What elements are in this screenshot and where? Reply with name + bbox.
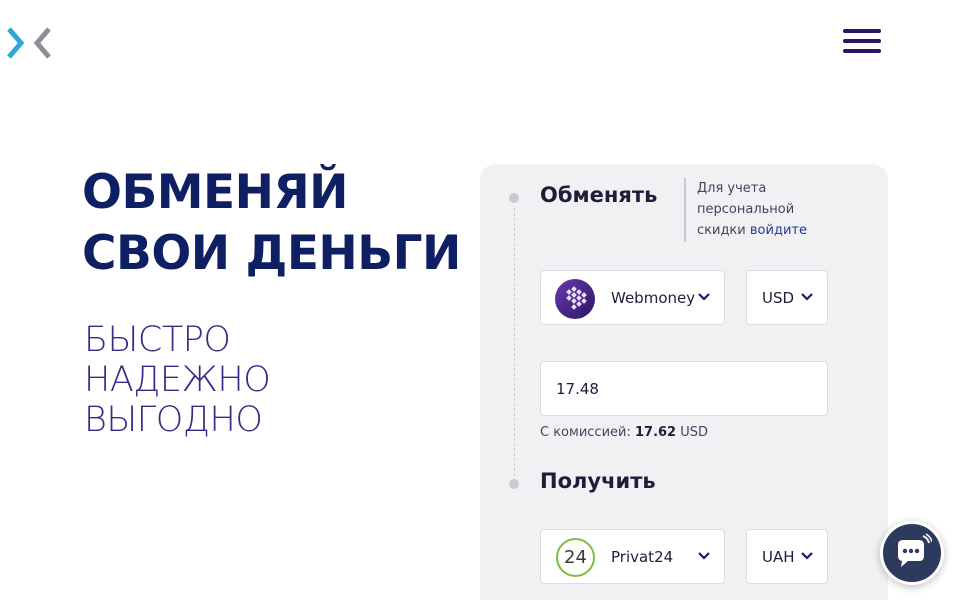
give-method-select[interactable]: Webmoney xyxy=(540,270,725,325)
discount-text: скидки xyxy=(697,223,746,238)
login-link[interactable]: войдите xyxy=(750,223,807,238)
chevron-down-icon xyxy=(698,292,710,301)
discount-text: Для учета xyxy=(697,181,767,196)
commission-currency: USD xyxy=(680,425,709,440)
chevron-down-icon xyxy=(698,551,710,560)
menu-bar xyxy=(843,29,881,33)
chevron-down-icon xyxy=(801,292,813,301)
benefit-item: БЫСТРО xyxy=(84,320,231,360)
hero-title-line: СВОИ ДЕНЬГИ xyxy=(82,226,461,281)
commission-value: 17.62 xyxy=(634,425,677,440)
get-method-label: Privat24 xyxy=(611,547,674,566)
discount-note: Для учета персональной скидки войдите xyxy=(684,178,807,242)
commission-info: С комиссией: 17.62 USD xyxy=(540,425,708,440)
privat24-icon: 24 xyxy=(556,538,595,577)
logo[interactable] xyxy=(6,26,52,60)
chat-bubble-icon xyxy=(898,533,932,567)
give-currency-select[interactable]: USD xyxy=(746,270,828,325)
give-section-title: Обменять xyxy=(540,183,658,207)
chevron-down-icon xyxy=(801,551,813,560)
menu-bar xyxy=(843,39,881,43)
get-currency-label: UAH xyxy=(762,547,795,566)
hero-title-line: ОБМЕНЯЙ xyxy=(82,165,349,220)
benefit-item: НАДЕЖНО xyxy=(84,360,271,400)
get-method-select[interactable]: 24 Privat24 xyxy=(540,529,725,584)
get-currency-select[interactable]: UAH xyxy=(746,529,828,584)
timeline-line xyxy=(514,208,515,476)
hero-benefits: БЫСТРО НАДЕЖНО ВЫГОДНО xyxy=(84,320,271,440)
amount-input[interactable] xyxy=(540,361,828,416)
hamburger-menu-button[interactable] xyxy=(843,29,881,53)
commission-label: С комиссией: xyxy=(540,425,631,440)
chat-button[interactable] xyxy=(880,521,944,585)
webmoney-icon xyxy=(555,279,595,319)
timeline-dot xyxy=(509,193,519,203)
give-method-label: Webmoney xyxy=(611,288,696,307)
menu-bar xyxy=(843,49,881,53)
get-section-title: Получить xyxy=(540,469,656,493)
benefit-item: ВЫГОДНО xyxy=(84,400,263,440)
discount-text: персональной xyxy=(697,202,795,217)
timeline-dot xyxy=(509,479,519,489)
hero-title: ОБМЕНЯЙ СВОИ ДЕНЬГИ xyxy=(82,162,472,284)
give-currency-label: USD xyxy=(762,288,795,307)
